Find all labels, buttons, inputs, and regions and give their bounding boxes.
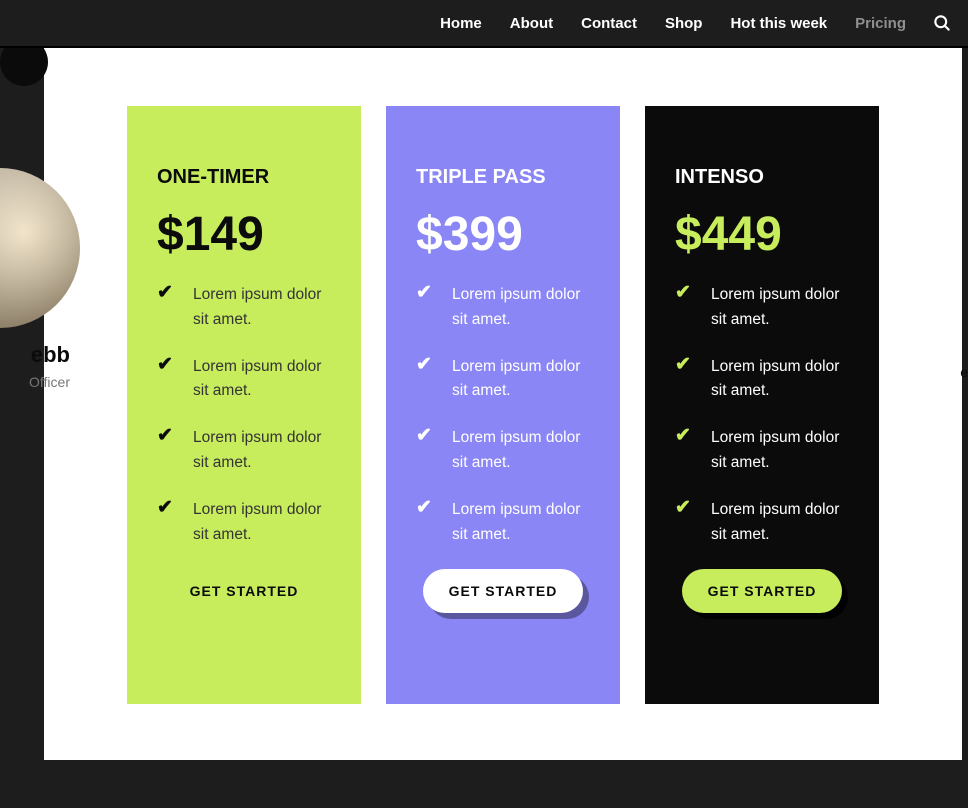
feature-item: ✔ Lorem ipsum dolor sit amet. <box>416 498 590 548</box>
feature-text: Lorem ipsum dolor sit amet. <box>193 355 331 405</box>
get-started-button[interactable]: GET STARTED <box>164 569 325 613</box>
pricing-section: ONE-TIMER $149 ✔ Lorem ipsum dolor sit am… <box>44 48 962 704</box>
feature-item: ✔ Lorem ipsum dolor sit amet. <box>157 426 331 476</box>
check-icon: ✔ <box>416 426 436 446</box>
get-started-button[interactable]: GET STARTED <box>423 569 584 613</box>
check-icon: ✔ <box>416 355 436 375</box>
feature-item: ✔ Lorem ipsum dolor sit amet. <box>675 355 849 405</box>
nav-hot-this-week[interactable]: Hot this week <box>730 15 827 32</box>
feature-text: Lorem ipsum dolor sit amet. <box>193 283 331 333</box>
nav-home[interactable]: Home <box>440 15 482 32</box>
get-started-button[interactable]: GET STARTED <box>682 569 843 613</box>
feature-text: Lorem ipsum dolor sit amet. <box>193 498 331 548</box>
feature-item: ✔ Lorem ipsum dolor sit amet. <box>675 283 849 333</box>
top-nav: Home About Contact Shop Hot this week Pr… <box>0 0 968 48</box>
feature-text: Lorem ipsum dolor sit amet. <box>452 283 590 333</box>
pricing-card-triple-pass: TRIPLE PASS $399 ✔ Lorem ipsum dolor sit … <box>386 106 620 704</box>
check-icon: ✔ <box>675 498 695 518</box>
pricing-card-one-timer: ONE-TIMER $149 ✔ Lorem ipsum dolor sit am… <box>127 106 361 704</box>
plan-title: ONE-TIMER <box>157 166 331 189</box>
check-icon: ✔ <box>675 426 695 446</box>
feature-text: Lorem ipsum dolor sit amet. <box>452 498 590 548</box>
feature-text: Lorem ipsum dolor sit amet. <box>711 426 849 476</box>
nav-pricing[interactable]: Pricing <box>855 15 906 32</box>
feature-item: ✔ Lorem ipsum dolor sit amet. <box>416 355 590 405</box>
feature-list: ✔ Lorem ipsum dolor sit amet. ✔ Lorem ipsu… <box>157 283 331 547</box>
feature-item: ✔ Lorem ipsum dolor sit amet. <box>675 498 849 548</box>
nav-shop[interactable]: Shop <box>665 15 703 32</box>
feature-text: Lorem ipsum dolor sit amet. <box>711 283 849 333</box>
feature-item: ✔ Lorem ipsum dolor sit amet. <box>416 283 590 333</box>
feature-text: Lorem ipsum dolor sit amet. <box>711 498 849 548</box>
feature-text: Lorem ipsum dolor sit amet. <box>452 426 590 476</box>
plan-title: INTENSO <box>675 166 849 189</box>
feature-list: ✔ Lorem ipsum dolor sit amet. ✔ Lorem ipsu… <box>416 283 590 547</box>
plan-price: $449 <box>675 211 849 259</box>
check-icon: ✔ <box>157 426 177 446</box>
nav-about[interactable]: About <box>510 15 553 32</box>
check-icon: ✔ <box>416 498 436 518</box>
main-area: ebb Officer e ONE-TIMER $149 ✔Lorem ipsu… <box>44 48 962 760</box>
plan-title: TRIPLE PASS <box>416 166 590 189</box>
footer-strip <box>0 760 968 808</box>
feature-item: ✔ Lorem ipsum dolor sit amet. <box>157 498 331 548</box>
search-icon[interactable] <box>932 13 952 33</box>
feature-item: ✔ Lorem ipsum dolor sit amet. <box>416 426 590 476</box>
check-icon: ✔ <box>675 355 695 375</box>
pricing-card-intenso: INTENSO $449 ✔ Lorem ipsum dolor sit amet… <box>645 106 879 704</box>
feature-list: ✔ Lorem ipsum dolor sit amet. ✔ Lorem ipsu… <box>675 283 849 547</box>
check-icon: ✔ <box>416 283 436 303</box>
check-icon: ✔ <box>157 283 177 303</box>
nav-contact[interactable]: Contact <box>581 15 637 32</box>
feature-item: ✔ Lorem ipsum dolor sit amet. <box>675 426 849 476</box>
feature-text: Lorem ipsum dolor sit amet. <box>452 355 590 405</box>
check-icon: ✔ <box>675 283 695 303</box>
feature-item: ✔ Lorem ipsum dolor sit amet. <box>157 283 331 333</box>
check-icon: ✔ <box>157 498 177 518</box>
feature-text: Lorem ipsum dolor sit amet. <box>193 426 331 476</box>
left-dark-strip <box>0 453 44 760</box>
plan-price: $149 <box>157 211 331 259</box>
feature-text: Lorem ipsum dolor sit amet. <box>711 355 849 405</box>
plan-price: $399 <box>416 211 590 259</box>
feature-item: ✔ Lorem ipsum dolor sit amet. <box>157 355 331 405</box>
check-icon: ✔ <box>157 355 177 375</box>
